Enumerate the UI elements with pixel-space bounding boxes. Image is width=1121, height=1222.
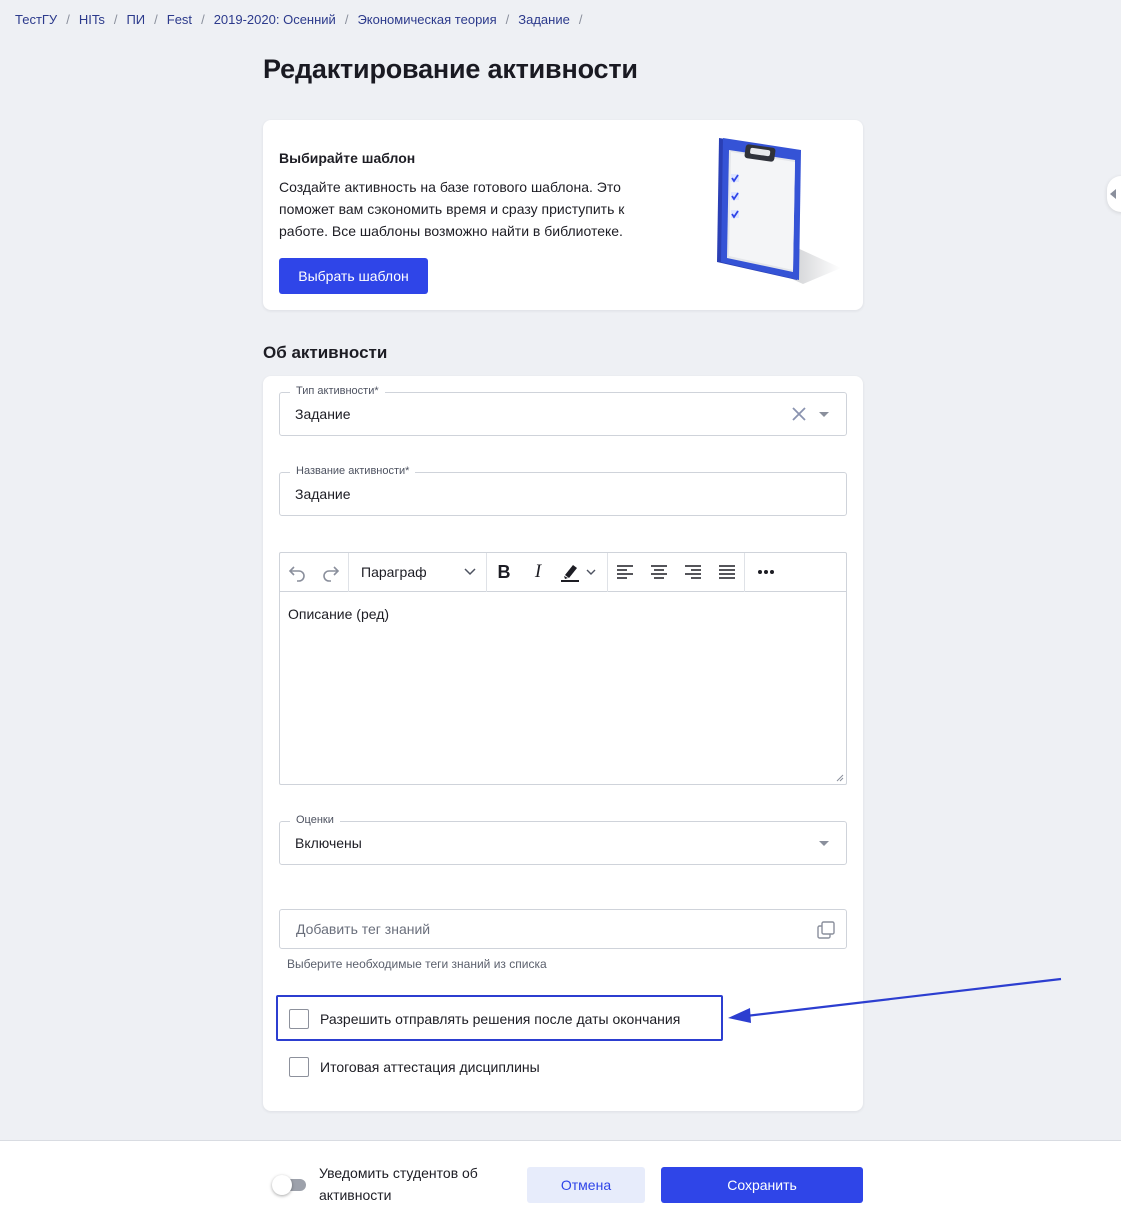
choose-template-button[interactable]: Выбрать шаблон bbox=[279, 258, 428, 294]
knowledge-tag-hint: Выберите необходимые теги знаний из спис… bbox=[287, 957, 547, 971]
breadcrumb-item[interactable]: Экономическая теория bbox=[357, 12, 496, 27]
breadcrumb-item[interactable]: Задание bbox=[518, 12, 570, 27]
bold-icon: B bbox=[497, 561, 511, 582]
bold-button[interactable]: B bbox=[487, 553, 521, 592]
align-right-icon bbox=[685, 565, 701, 579]
block-format-select[interactable]: Параграф bbox=[349, 553, 486, 592]
alignment-group bbox=[608, 552, 745, 592]
breadcrumb-separator: / bbox=[578, 12, 583, 27]
redo-button[interactable] bbox=[314, 553, 348, 592]
activity-name-value: Задание bbox=[295, 486, 351, 502]
more-icon bbox=[758, 570, 774, 574]
highlighter-icon bbox=[561, 565, 596, 582]
chevron-down-icon[interactable] bbox=[819, 412, 829, 417]
resize-handle-icon[interactable] bbox=[836, 774, 844, 782]
grades-label: Оценки bbox=[290, 814, 340, 826]
highlight-color-button[interactable] bbox=[555, 553, 607, 592]
redo-icon bbox=[323, 566, 340, 582]
clear-icon[interactable] bbox=[790, 405, 808, 423]
page-title: Редактирование активности bbox=[263, 54, 638, 84]
save-button[interactable]: Сохранить bbox=[661, 1167, 863, 1203]
activity-name-label: Название активности* bbox=[290, 465, 416, 477]
activity-type-value: Задание bbox=[295, 406, 351, 422]
more-group bbox=[745, 553, 787, 592]
text-style-group: B I bbox=[487, 552, 608, 592]
description-editor[interactable]: Параграф B I Описание (ред) bbox=[279, 552, 847, 785]
block-format-group: Параграф bbox=[349, 552, 487, 592]
template-card: Выбирайте шаблон Создайте активность на … bbox=[263, 120, 863, 310]
activity-name-field[interactable]: Название активности* Задание bbox=[279, 465, 847, 516]
undo-button[interactable] bbox=[280, 553, 314, 592]
knowledge-tag-input[interactable] bbox=[280, 910, 846, 948]
align-left-button[interactable] bbox=[608, 553, 642, 592]
align-center-button[interactable] bbox=[642, 553, 676, 592]
knowledge-tag-field bbox=[279, 909, 847, 949]
template-heading: Выбирайте шаблон bbox=[279, 150, 416, 166]
history-group bbox=[280, 552, 349, 592]
breadcrumb-separator: / bbox=[344, 12, 349, 27]
breadcrumb-item[interactable]: ТестГУ bbox=[15, 12, 57, 27]
breadcrumb: ТестГУ / HITs / ПИ / Fest / 2019-2020: Осенн… bbox=[15, 12, 591, 27]
breadcrumb-separator: / bbox=[505, 12, 510, 27]
final-attestation-label: Итоговая аттестация дисциплины bbox=[320, 1059, 540, 1075]
cancel-button[interactable]: Отмена bbox=[527, 1167, 645, 1203]
footer-bar: Уведомить студентов об активности Отмена… bbox=[0, 1140, 1121, 1222]
breadcrumb-separator: / bbox=[113, 12, 118, 27]
align-justify-button[interactable] bbox=[710, 553, 744, 592]
breadcrumb-item[interactable]: ПИ bbox=[126, 12, 145, 27]
undo-icon bbox=[288, 566, 305, 582]
annotation-arrow-icon bbox=[728, 977, 1062, 1023]
more-options-button[interactable] bbox=[745, 553, 787, 592]
grades-select[interactable]: Оценки Включены bbox=[279, 814, 847, 865]
template-description: Создайте активность на базе готового шаб… bbox=[279, 179, 625, 239]
chevron-down-icon bbox=[464, 568, 476, 576]
activity-type-select[interactable]: Тип активности* Задание bbox=[279, 385, 847, 436]
clipboard-illustration-icon bbox=[717, 138, 841, 284]
notify-students-label: Уведомить студентов об активности bbox=[319, 1165, 478, 1203]
chevron-down-icon[interactable] bbox=[819, 841, 829, 846]
activity-type-label: Тип активности* bbox=[290, 385, 385, 397]
breadcrumb-separator: / bbox=[66, 12, 70, 27]
section-title: Об активности bbox=[263, 343, 388, 362]
chevron-left-icon bbox=[1110, 189, 1116, 199]
block-format-value: Параграф bbox=[361, 564, 427, 580]
final-attestation-checkbox[interactable] bbox=[289, 1057, 309, 1077]
side-panel-toggle[interactable] bbox=[1107, 176, 1121, 212]
editor-content[interactable]: Описание (ред) bbox=[280, 592, 846, 636]
align-right-button[interactable] bbox=[676, 553, 710, 592]
annotation-highlight-box bbox=[276, 995, 723, 1041]
notify-students-toggle[interactable] bbox=[272, 1175, 306, 1195]
copy-icon[interactable] bbox=[816, 920, 836, 940]
grades-value: Включены bbox=[295, 835, 362, 851]
breadcrumb-item[interactable]: 2019-2020: Осенний bbox=[214, 12, 336, 27]
editor-toolbar: Параграф B I bbox=[280, 552, 846, 592]
align-left-icon bbox=[617, 565, 633, 579]
breadcrumb-item[interactable]: HITs bbox=[79, 12, 105, 27]
breadcrumb-item[interactable]: Fest bbox=[167, 12, 192, 27]
final-attestation-checkbox-row[interactable]: Итоговая аттестация дисциплины bbox=[289, 1057, 540, 1077]
italic-icon: I bbox=[534, 561, 542, 582]
italic-button[interactable]: I bbox=[521, 553, 555, 592]
breadcrumb-separator: / bbox=[154, 12, 158, 27]
breadcrumb-separator: / bbox=[201, 12, 205, 27]
align-center-icon bbox=[651, 565, 667, 579]
align-justify-icon bbox=[719, 565, 735, 579]
toggle-knob bbox=[272, 1175, 292, 1195]
